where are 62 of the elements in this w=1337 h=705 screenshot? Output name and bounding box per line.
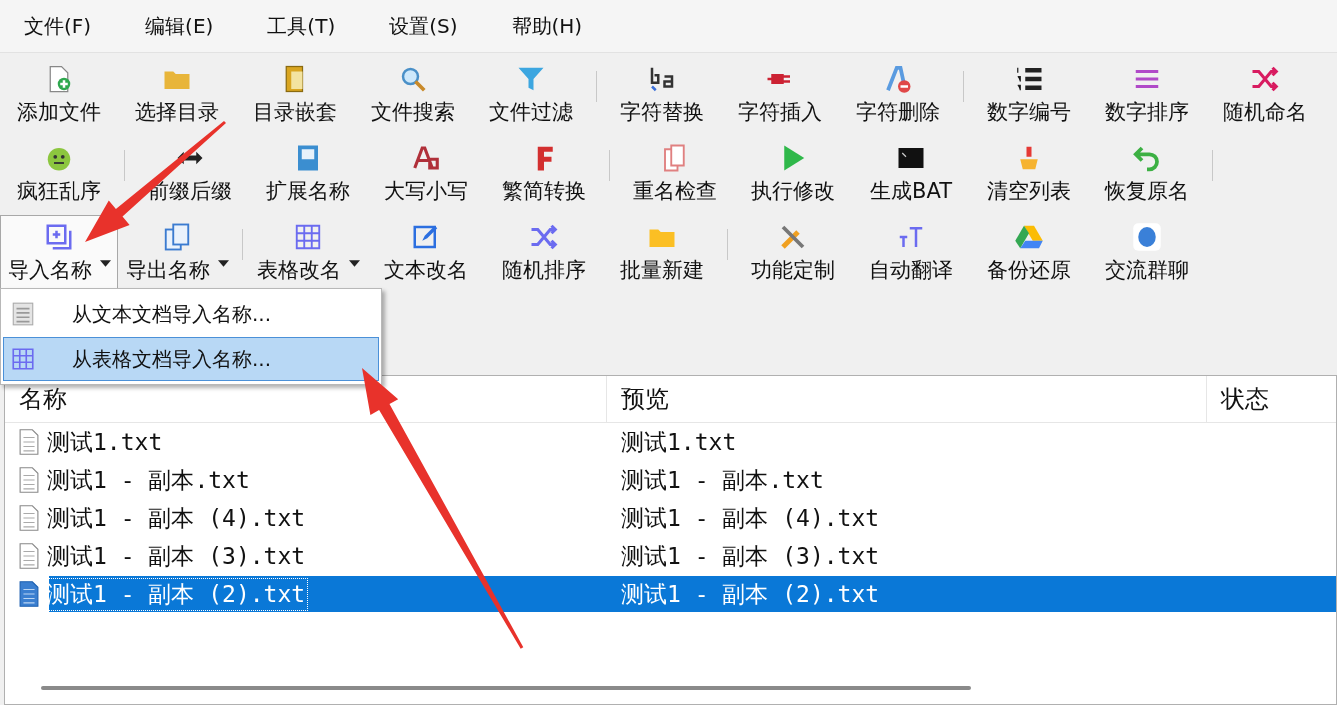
preview-cell-text: 测试1.txt (620, 427, 738, 457)
preview-cell: 测试1 - 副本 (2).txt (607, 576, 1336, 612)
toolbar-button[interactable]: 添加文件 (0, 57, 118, 136)
toolbar-button[interactable]: 生成BAT (852, 136, 970, 215)
toolbar-button[interactable]: 繁简转换 (485, 136, 603, 215)
file-icon (19, 580, 39, 608)
toolbar-button[interactable]: 疯狂乱序 (0, 136, 118, 215)
scrollbar[interactable] (41, 686, 971, 690)
file-icon (19, 542, 39, 570)
toolbar-button[interactable]: 扩展名称 (249, 136, 367, 215)
menu-item[interactable]: 从表格文档导入名称... (3, 337, 379, 381)
preview-cell-text: 测试1 - 副本 (3).txt (620, 541, 881, 571)
shuffle-icon (529, 222, 559, 252)
document-icon (10, 301, 36, 327)
grid-icon (293, 222, 323, 252)
letters-icon (411, 143, 441, 173)
toolbar-button[interactable]: 字符替换 (603, 57, 721, 136)
menu-item[interactable]: 从文本文档导入名称... (3, 292, 379, 336)
file-icon (19, 466, 39, 494)
toolbar-button[interactable]: 文本改名 (367, 215, 485, 294)
menu-item[interactable]: 编辑(E) (129, 8, 230, 44)
toolbar-button[interactable]: 文件过滤 (472, 57, 590, 136)
copy-icon (162, 222, 192, 252)
toolbar-button[interactable]: 批量新建 (603, 215, 721, 294)
toolbar-button[interactable]: 大写小写 (367, 136, 485, 215)
toolbar-button[interactable]: 数字排序 (1088, 57, 1206, 136)
menu-item[interactable]: 帮助(H) (495, 8, 599, 44)
grid-icon (10, 346, 36, 372)
toolbar-button[interactable]: 清空列表 (970, 136, 1088, 215)
column-header[interactable]: 状态 (1207, 376, 1336, 422)
toolbar-button[interactable]: 自动翻译 (852, 215, 970, 294)
toolbar-button[interactable]: 字符插入 (721, 57, 839, 136)
file-name[interactable]: 测试1 - 副本 (4).txt (45, 502, 308, 534)
toolbar-button[interactable]: 目录嵌套 (236, 57, 354, 136)
toolbar-button[interactable]: 功能定制 (734, 215, 852, 294)
preview-cell-text: 测试1 - 副本.txt (620, 465, 825, 495)
menu-item[interactable]: 文件(F) (8, 8, 108, 44)
toolbar-button[interactable]: 恢复原名 (1088, 136, 1206, 215)
column-header[interactable]: 预览 (607, 376, 1207, 422)
file-icon (19, 428, 39, 456)
toolbar-button[interactable]: 随机命名 (1206, 57, 1324, 136)
toolbar-button[interactable]: 数字编号 (970, 57, 1088, 136)
shuffle-icon (1250, 64, 1280, 94)
menu-item[interactable]: 工具(T) (251, 8, 352, 44)
file-icon (19, 504, 39, 532)
toolbar-button[interactable]: 选择目录 (118, 57, 236, 136)
preview-cell-text: 测试1 - 副本 (4).txt (620, 503, 881, 533)
toolbar-button[interactable]: 执行修改 (734, 136, 852, 215)
file-name[interactable]: 测试1.txt (45, 426, 165, 458)
toolbar-button[interactable]: 表格改名 (249, 215, 367, 294)
toolbar-button[interactable]: 备份还原 (970, 215, 1088, 294)
file-name[interactable]: 测试1 - 副本 (3).txt (45, 540, 308, 572)
file-name[interactable]: 测试1 - 副本.txt (45, 464, 252, 496)
toolbar-button[interactable]: 交流群聊 (1088, 215, 1206, 294)
toolbar-button[interactable]: 文件搜索 (354, 57, 472, 136)
penguin-icon (1132, 222, 1162, 252)
import-icon (44, 222, 74, 252)
menu-item[interactable]: 设置(S) (373, 8, 474, 44)
toolbar-button[interactable]: 随机排序 (485, 215, 603, 294)
toolbar-button[interactable]: 重名检查 (616, 136, 734, 215)
toolbar-button[interactable]: 字符删除 (839, 57, 957, 136)
letter-minus-icon (883, 64, 913, 94)
